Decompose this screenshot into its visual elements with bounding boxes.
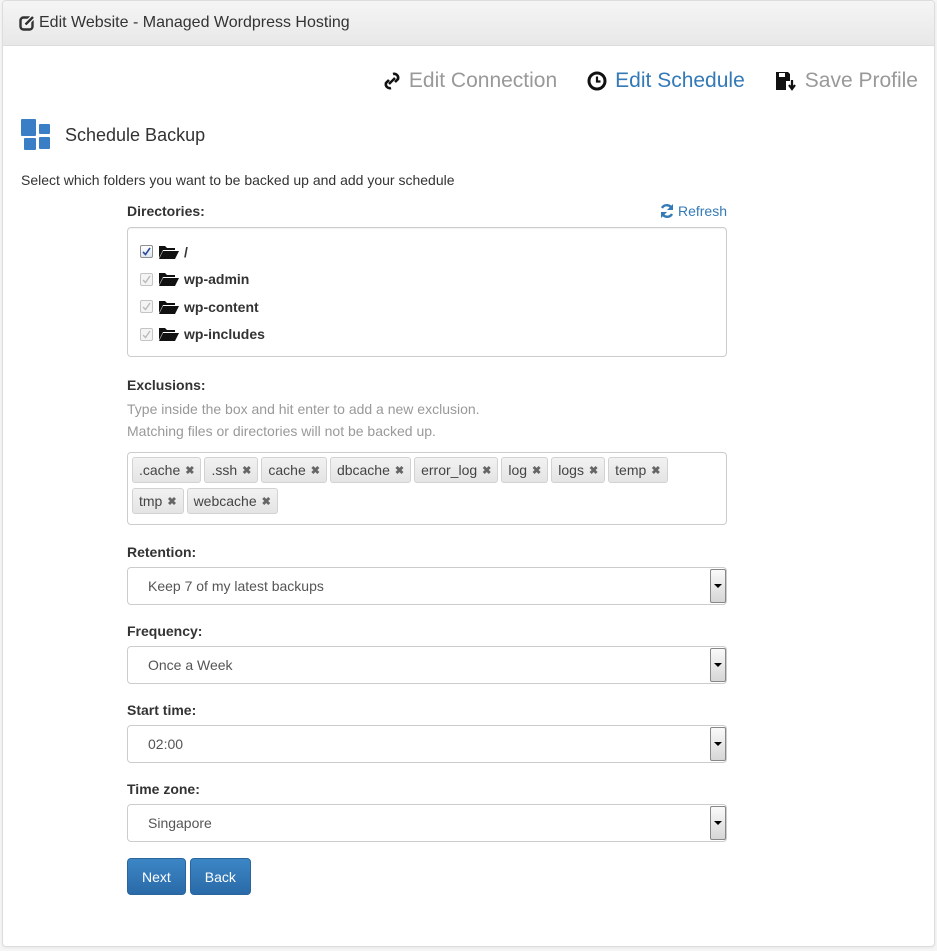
directories-label: Directories: [127, 203, 205, 219]
tag-label: cache [268, 462, 306, 478]
exclusion-tag: cache ✖ [261, 457, 327, 483]
directory-name: wp-content [184, 298, 259, 315]
directory-name: wp-includes [184, 326, 265, 343]
save-icon [775, 72, 796, 91]
exclusion-tag: error_log ✖ [414, 457, 499, 483]
directory-checkbox[interactable] [140, 327, 153, 341]
link-icon [384, 72, 400, 90]
select-value: 02:00 [148, 736, 184, 752]
section-intro: Select which folders you want to be back… [21, 172, 455, 188]
wizard-steps: Edit Connection Edit Schedule Save Profi… [353, 69, 918, 93]
tag-label: webcache [193, 493, 257, 509]
dropdown-arrow-icon[interactable] [710, 648, 726, 682]
time-zone-select[interactable]: Singapore [127, 804, 727, 842]
directory-checkbox[interactable] [140, 300, 153, 314]
step-save-profile[interactable]: Save Profile [775, 69, 918, 93]
section-heading: Schedule Backup [65, 124, 206, 145]
section-title: Schedule Backup [21, 119, 205, 151]
refresh-label: Refresh [677, 203, 727, 219]
tag-label: .ssh [211, 462, 238, 478]
folder-open-icon [159, 300, 179, 314]
step-label: Edit Connection [408, 69, 558, 92]
retention-select[interactable]: Keep 7 of my latest backups [127, 567, 727, 605]
remove-tag-icon[interactable]: ✖ [651, 464, 660, 477]
exclusion-tag: tmp ✖ [132, 488, 184, 514]
next-button[interactable]: Next [127, 858, 186, 895]
exclusions-help: Type inside the box and hit enter to add… [127, 398, 727, 442]
exclusions-input[interactable]: .cache ✖ .ssh ✖ cache ✖ dbcache ✖ error_log ✖… [127, 452, 727, 525]
tag-label: logs [558, 462, 584, 478]
dropdown-arrow-icon[interactable] [710, 727, 726, 761]
tag-label: tmp [139, 493, 163, 509]
remove-tag-icon[interactable]: ✖ [589, 464, 598, 477]
start-time-select[interactable]: 02:00 [127, 725, 727, 763]
directory-checkbox[interactable] [140, 272, 153, 286]
schedule-backup-logo-icon [21, 119, 50, 150]
directory-name: / [184, 243, 188, 260]
select-value: Keep 7 of my latest backups [148, 578, 324, 594]
exclusions-help-line: Type inside the box and hit enter to add… [127, 401, 480, 417]
exclusion-tag: log ✖ [501, 457, 549, 483]
start-time-label: Start time: [127, 702, 197, 718]
exclusion-tag: logs ✖ [551, 457, 606, 483]
step-label: Save Profile [804, 69, 918, 92]
back-button[interactable]: Back [189, 858, 251, 895]
edit-icon [19, 15, 35, 31]
directory-checkbox[interactable] [140, 245, 153, 259]
directory-item-wp-content: wp-content [140, 293, 714, 321]
remove-tag-icon[interactable]: ✖ [242, 464, 251, 477]
directory-item-wp-admin: wp-admin [140, 266, 714, 294]
exclusion-tag: .ssh ✖ [204, 457, 259, 483]
panel-heading: Edit Website - Managed Wordpress Hosting [3, 1, 934, 46]
directory-name: wp-admin [184, 271, 250, 288]
exclusion-tag: temp ✖ [608, 457, 668, 483]
exclusions-help-line: Matching files or directories will not b… [127, 423, 436, 439]
exclusion-tag: dbcache ✖ [329, 457, 412, 483]
tag-label: temp [615, 462, 647, 478]
tag-label: log [508, 462, 528, 478]
remove-tag-icon[interactable]: ✖ [311, 464, 320, 477]
remove-tag-icon[interactable]: ✖ [262, 495, 271, 508]
schedule-form: Directories: Refresh / wp-admin wp-conte… [127, 201, 727, 895]
directories-list: / wp-admin wp-content wp-includes [127, 227, 727, 357]
step-edit-connection[interactable]: Edit Connection [383, 69, 557, 93]
frequency-select[interactable]: Once a Week [127, 646, 727, 684]
remove-tag-icon[interactable]: ✖ [482, 464, 491, 477]
clock-icon [587, 71, 607, 91]
refresh-icon [660, 204, 674, 218]
dropdown-arrow-icon[interactable] [710, 806, 726, 840]
folder-open-icon [159, 273, 179, 287]
remove-tag-icon[interactable]: ✖ [185, 464, 194, 477]
directory-item-wp-includes: wp-includes [140, 321, 714, 349]
select-value: Singapore [148, 815, 212, 831]
refresh-link[interactable]: Refresh [659, 203, 727, 219]
exclusions-label: Exclusions: [127, 377, 206, 393]
dropdown-arrow-icon[interactable] [710, 569, 726, 603]
select-value: Once a Week [148, 657, 233, 673]
exclusion-tag: webcache ✖ [186, 488, 278, 514]
tag-label: dbcache [336, 462, 390, 478]
remove-tag-icon[interactable]: ✖ [532, 464, 541, 477]
tag-label: .cache [139, 462, 181, 478]
form-buttons: Next Back [127, 858, 727, 895]
directory-item-root: / [140, 238, 714, 266]
remove-tag-icon[interactable]: ✖ [395, 464, 404, 477]
tag-label: error_log [421, 462, 478, 478]
remove-tag-icon[interactable]: ✖ [167, 495, 176, 508]
step-edit-schedule[interactable]: Edit Schedule [587, 69, 745, 93]
folder-open-icon [159, 328, 179, 342]
panel-title: Edit Website - Managed Wordpress Hosting [39, 14, 350, 31]
step-label: Edit Schedule [615, 69, 745, 92]
exclusion-tag: .cache ✖ [132, 457, 202, 483]
frequency-label: Frequency: [127, 623, 203, 639]
edit-website-panel: Edit Website - Managed Wordpress Hosting… [2, 0, 935, 947]
folder-open-icon [159, 245, 179, 259]
retention-label: Retention: [127, 544, 197, 560]
time-zone-label: Time zone: [127, 781, 200, 797]
